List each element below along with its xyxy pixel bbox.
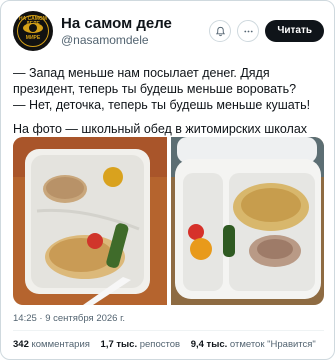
display-name[interactable]: На самом деле [61, 15, 203, 33]
likes-label: отметок "Нравится" [229, 339, 316, 350]
tweet-stats: 342 комментария 1,7 тыс. репостов 9,4 ты… [13, 339, 330, 350]
tweet-timestamp[interactable]: 14:25 · 9 сентября 2026 г. [13, 313, 125, 324]
reposts-count[interactable]: 1,7 тыс. репостов [101, 339, 181, 350]
photo-lunch-tray-2[interactable] [170, 137, 325, 305]
likes-count[interactable]: 9,4 тыс. отметок "Нравится" [191, 339, 316, 350]
account-names: На самом деле @nasamomdele [61, 15, 203, 48]
follow-button[interactable]: Читать [265, 20, 324, 42]
bell-plus-icon [215, 26, 225, 36]
reposts-label: репостов [139, 339, 181, 350]
tweet-card: НА САМОМ ДЕЛЕ МИРЕ На самом деле @nasamo… [0, 0, 335, 360]
tweet-line-2: — Нет, деточка, теперь ты будешь меньше … [13, 98, 311, 112]
eye-pupil [29, 24, 37, 32]
likes-value: 9,4 тыс. [190, 339, 228, 350]
reposts-value: 1,7 тыс. [100, 339, 138, 350]
more-button[interactable] [237, 20, 260, 42]
lunch-tray-image-1 [13, 137, 167, 305]
comments-label: комментария [31, 339, 90, 350]
account-handle[interactable]: @nasamomdele [61, 33, 203, 48]
tweet-media [13, 137, 324, 305]
comments-value: 342 [13, 339, 29, 350]
notify-button[interactable] [209, 20, 232, 42]
more-dots-icon [244, 30, 253, 32]
tweet-line-3: На фото — школьный обед в житомирских шк… [13, 122, 308, 136]
tweet-text: — Запад меньше нам посылает денег. Дядя … [13, 65, 324, 137]
divider [13, 330, 324, 331]
tweet-line-1: — Запад меньше нам посылает денег. Дядя … [13, 66, 297, 96]
avatar[interactable]: НА САМОМ ДЕЛЕ МИРЕ [13, 11, 53, 51]
comments-count[interactable]: 342 комментария [13, 339, 90, 350]
photo-lunch-tray-1[interactable] [13, 137, 167, 305]
lunch-tray-image-2 [170, 137, 324, 305]
avatar-logo-text-bottom: МИРЕ [25, 35, 41, 41]
tweet-header: НА САМОМ ДЕЛЕ МИРЕ На самом деле @nasamo… [13, 11, 324, 51]
